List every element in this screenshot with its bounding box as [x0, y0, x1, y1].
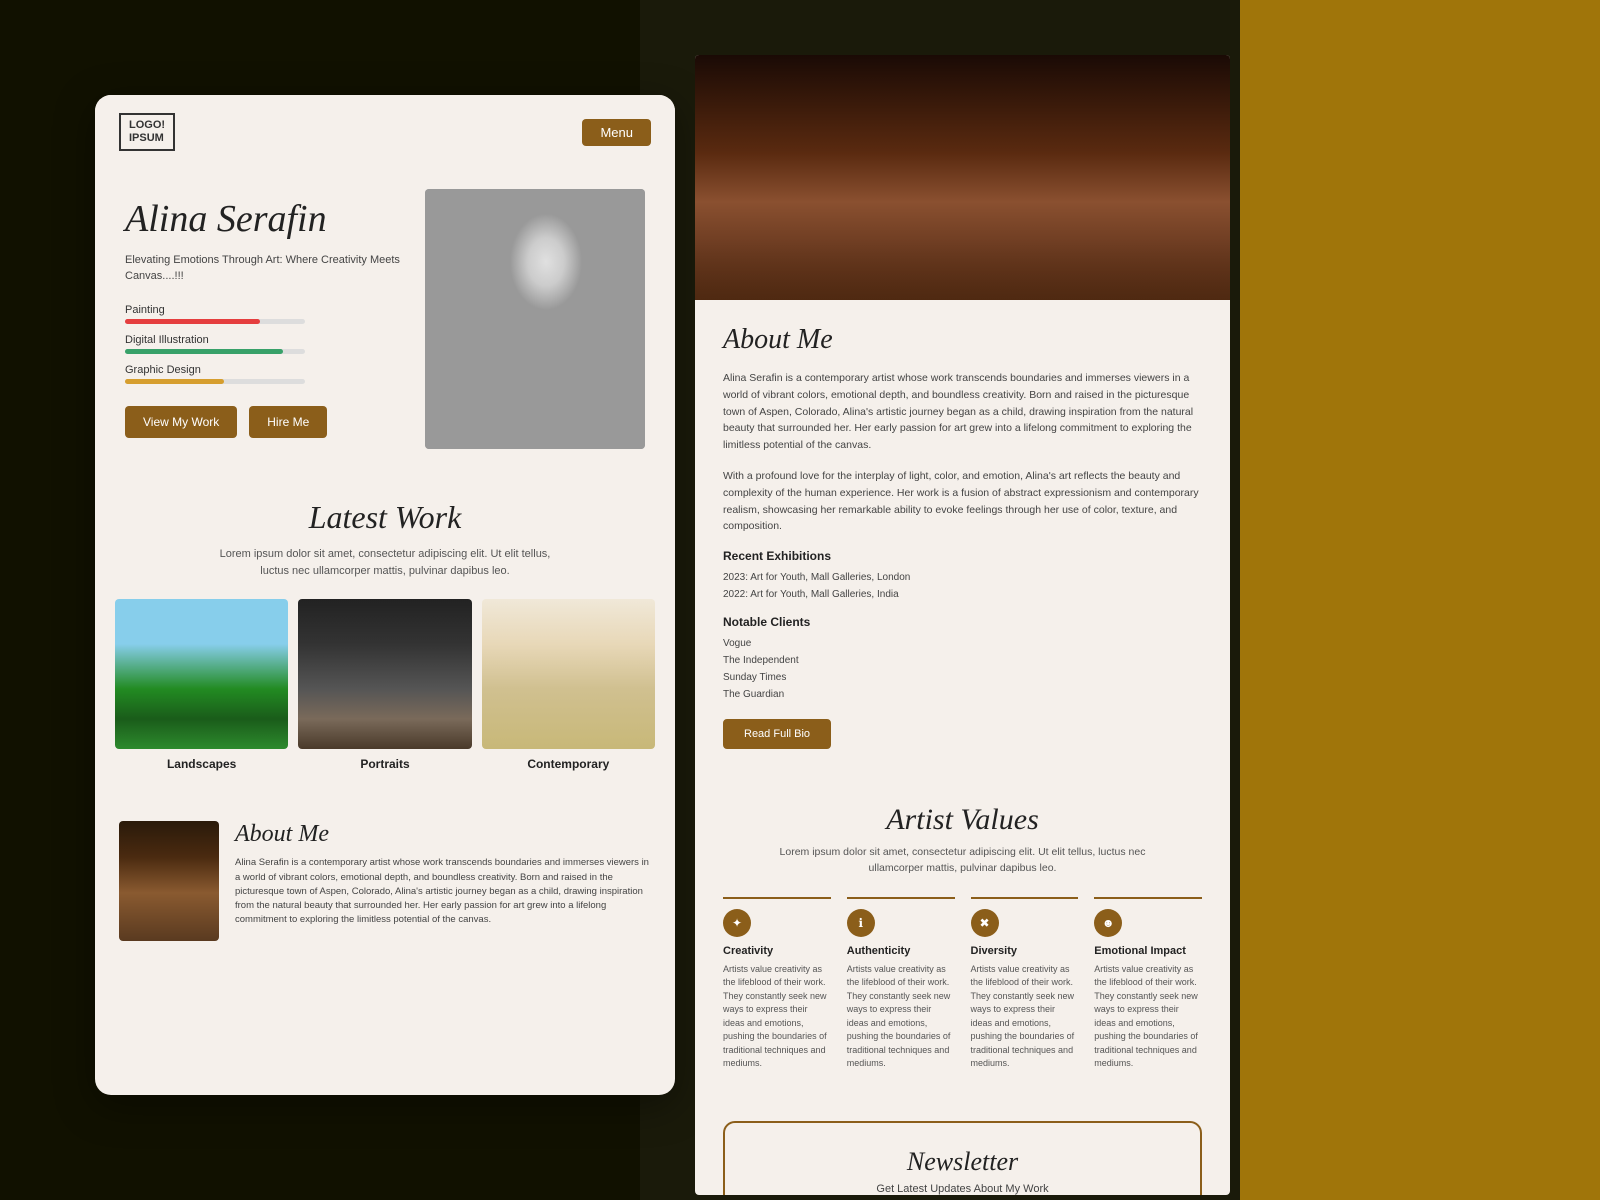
skill-graphic-design: Graphic Design	[125, 364, 405, 384]
navbar: LOGO! IPSUM Menu	[95, 95, 675, 169]
tagline: Elevating Emotions Through Art: Where Cr…	[125, 253, 405, 284]
creativity-icon: ✦	[723, 909, 751, 937]
about-right-section: About Me Alina Serafin is a contemporary…	[695, 300, 1230, 773]
latest-work-subtitle: Lorem ipsum dolor sit amet, consectetur …	[215, 546, 555, 579]
read-full-bio-button[interactable]: Read Full Bio	[723, 719, 831, 749]
skill-painting-label: Painting	[125, 304, 405, 316]
hero-portrait-image	[425, 189, 645, 449]
value-card-emotional-impact: ☻ Emotional Impact Artists value creativ…	[1094, 897, 1202, 1071]
skill-illustration-bar-bg	[125, 349, 305, 354]
exhibition-2023: 2023: Art for Youth, Mall Galleries, Lon…	[723, 569, 1202, 586]
value-card-diversity: ✖ Diversity Artists value creativity as …	[971, 897, 1079, 1071]
work-card-contemporary: Contemporary	[482, 599, 655, 771]
about-right-para1: Alina Serafin is a contemporary artist w…	[723, 370, 1202, 454]
emotional-impact-icon: ☻	[1094, 909, 1122, 937]
authenticity-title: Authenticity	[847, 945, 955, 957]
website-right-panel: About Me Alina Serafin is a contemporary…	[695, 55, 1230, 1195]
diversity-icon: ✖	[971, 909, 999, 937]
creativity-divider	[723, 897, 831, 899]
menu-button[interactable]: Menu	[582, 119, 651, 146]
skill-graphic-design-bar	[125, 379, 224, 384]
value-card-authenticity: ℹ Authenticity Artists value creativity …	[847, 897, 955, 1071]
diversity-text: Artists value creativity as the lifebloo…	[971, 963, 1079, 1071]
newsletter-subtitle: Get Latest Updates About My Work	[749, 1183, 1176, 1195]
contemporary-label: Contemporary	[482, 757, 655, 771]
artist-values-section: Artist Values Lorem ipsum dolor sit amet…	[695, 773, 1230, 1101]
skill-painting: Painting	[125, 304, 405, 324]
right-hero-overlay	[695, 240, 1230, 300]
about-right-title: About Me	[723, 324, 1202, 356]
about-text: Alina Serafin is a contemporary artist w…	[235, 856, 651, 927]
emotional-impact-text: Artists value creativity as the lifebloo…	[1094, 963, 1202, 1071]
artist-values-subtitle: Lorem ipsum dolor sit amet, consectetur …	[773, 845, 1153, 877]
client-sunday-times: Sunday Times	[723, 669, 1202, 686]
right-hero-image	[695, 55, 1230, 300]
work-card-portraits: Portraits	[298, 599, 471, 771]
client-independent: The Independent	[723, 652, 1202, 669]
view-my-work-button[interactable]: View My Work	[125, 406, 237, 438]
hero-section: Alina Serafin Elevating Emotions Through…	[95, 169, 675, 469]
diversity-divider	[971, 897, 1079, 899]
authenticity-text: Artists value creativity as the lifebloo…	[847, 963, 955, 1071]
about-right-para2: With a profound love for the interplay o…	[723, 468, 1202, 535]
skill-illustration-label: Digital Illustration	[125, 334, 405, 346]
work-grid: Landscapes Portraits Contemporary	[115, 599, 655, 771]
hire-me-button[interactable]: Hire Me	[249, 406, 327, 438]
logo: LOGO! IPSUM	[119, 113, 175, 151]
contemporary-image	[482, 599, 655, 749]
bg-right-panel	[1240, 0, 1600, 1200]
about-preview-section: About Me Alina Serafin is a contemporary…	[95, 801, 675, 961]
value-card-creativity: ✦ Creativity Artists value creativity as…	[723, 897, 831, 1071]
hero-buttons: View My Work Hire Me	[125, 406, 405, 438]
hero-left: Alina Serafin Elevating Emotions Through…	[125, 189, 405, 438]
work-card-landscapes: Landscapes	[115, 599, 288, 771]
values-grid: ✦ Creativity Artists value creativity as…	[723, 897, 1202, 1071]
recent-exhibitions: Recent Exhibitions 2023: Art for Youth, …	[723, 549, 1202, 603]
newsletter-section: Newsletter Get Latest Updates About My W…	[723, 1121, 1202, 1195]
diversity-title: Diversity	[971, 945, 1079, 957]
landscapes-image	[115, 599, 288, 749]
emotional-impact-title: Emotional Impact	[1094, 945, 1202, 957]
exhibition-2022: 2022: Art for Youth, Mall Galleries, Ind…	[723, 586, 1202, 603]
skill-illustration: Digital Illustration	[125, 334, 405, 354]
portraits-label: Portraits	[298, 757, 471, 771]
creativity-title: Creativity	[723, 945, 831, 957]
skill-painting-bar	[125, 319, 260, 324]
artist-values-title: Artist Values	[723, 803, 1202, 837]
authenticity-divider	[847, 897, 955, 899]
about-content: About Me Alina Serafin is a contemporary…	[235, 821, 651, 941]
clients-title: Notable Clients	[723, 615, 1202, 629]
skill-painting-bar-bg	[125, 319, 305, 324]
emotional-impact-divider	[1094, 897, 1202, 899]
about-small-image	[119, 821, 219, 941]
skill-graphic-design-bar-bg	[125, 379, 305, 384]
portraits-image	[298, 599, 471, 749]
newsletter-title: Newsletter	[749, 1147, 1176, 1177]
website-left-mockup: LOGO! IPSUM Menu Alina Serafin Elevating…	[95, 95, 675, 1095]
hero-portrait-img-inner	[425, 189, 645, 449]
landscapes-label: Landscapes	[115, 757, 288, 771]
latest-work-section: Latest Work Lorem ipsum dolor sit amet, …	[95, 469, 675, 801]
about-title: About Me	[235, 821, 651, 848]
notable-clients: Notable Clients Vogue The Independent Su…	[723, 615, 1202, 703]
skill-graphic-design-label: Graphic Design	[125, 364, 405, 376]
authenticity-icon: ℹ	[847, 909, 875, 937]
creativity-text: Artists value creativity as the lifebloo…	[723, 963, 831, 1071]
exhibitions-title: Recent Exhibitions	[723, 549, 1202, 563]
client-guardian: The Guardian	[723, 686, 1202, 703]
skill-illustration-bar	[125, 349, 283, 354]
latest-work-title: Latest Work	[115, 499, 655, 536]
artist-name: Alina Serafin	[125, 199, 405, 241]
client-vogue: Vogue	[723, 635, 1202, 652]
